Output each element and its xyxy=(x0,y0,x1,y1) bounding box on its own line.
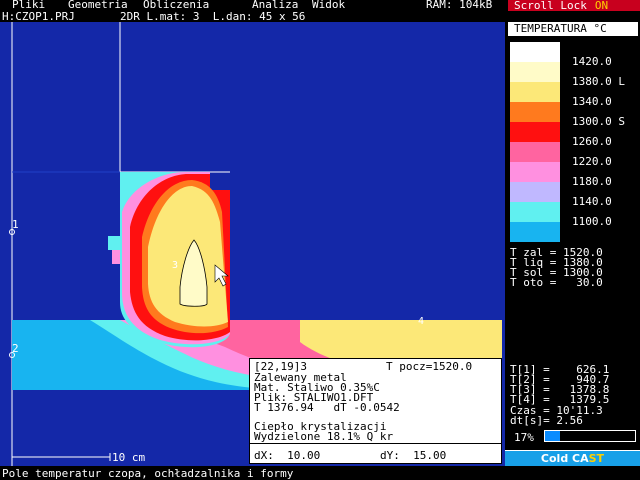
legend-label: 1300.0 S xyxy=(572,115,625,128)
legend-swatch xyxy=(510,62,560,82)
sensor-3-label: 3 xyxy=(172,260,178,271)
legend-label: 1180.0 xyxy=(572,175,612,188)
cell-line-6: Wydzielone 18.1% Q kr xyxy=(254,430,394,443)
legend-label: 1220.0 xyxy=(572,155,612,168)
brand-accent: ST xyxy=(588,452,605,465)
legend-swatch xyxy=(510,222,560,242)
legend-label: 1140.0 xyxy=(572,195,612,208)
time-step: dt[s]= 2.56 xyxy=(510,414,583,427)
riser-notch-bottom xyxy=(112,250,120,264)
legend-label: 1260.0 xyxy=(572,135,612,148)
progress-fill xyxy=(545,431,561,441)
cell-start-temp: T pocz=1520.0 xyxy=(386,360,473,373)
menu-bar: Pliki Geometria Obliczenia Analiza Widok… xyxy=(0,0,640,11)
t-oto: T oto = 30.0 xyxy=(510,276,603,289)
scale-label: 10 cm xyxy=(112,451,145,464)
project-line: H:CZOP1.PRJ 2DR L.mat: 3 L.dan: 45 x 56 xyxy=(0,11,505,22)
project-path: H:CZOP1.PRJ xyxy=(2,10,75,23)
scroll-lock-indicator: Scroll Lock ON xyxy=(508,0,640,11)
progress-label: 17% xyxy=(514,431,534,444)
legend-label: 1380.0 L xyxy=(572,75,625,88)
legend-label: 1100.0 xyxy=(572,215,612,228)
sensor-4-label: 4 xyxy=(418,316,424,327)
brand-main: Cold CA xyxy=(540,452,589,465)
legend-swatch xyxy=(510,142,560,162)
info-divider xyxy=(250,443,501,444)
legend-swatch xyxy=(510,102,560,122)
legend-swatch xyxy=(510,122,560,142)
menu-widok[interactable]: Widok xyxy=(312,0,345,11)
brand-logo: Cold CAST xyxy=(505,450,640,466)
sensor-1-label: 1 xyxy=(12,218,19,231)
ram-indicator: RAM: 104kB xyxy=(426,0,493,11)
riser-notch-top xyxy=(108,236,120,250)
sensor-2-label: 2 xyxy=(12,342,19,355)
legend-swatch xyxy=(510,82,560,102)
progress-bar xyxy=(544,430,636,442)
cell-dy: dY: 15.00 xyxy=(380,449,447,462)
status-text: Pole temperatur czopa, ochładzalnika i f… xyxy=(2,467,294,480)
menu-geometria[interactable]: Geometria xyxy=(68,0,128,11)
legend-label: 1420.0 xyxy=(572,55,612,68)
bottom-status-line: Pole temperatur czopa, ochładzalnika i f… xyxy=(0,468,640,480)
model-info: 2DR L.mat: 3 L.dan: 45 x 56 xyxy=(120,10,306,23)
scroll-lock-label: Scroll Lock xyxy=(514,0,587,12)
legend-swatch xyxy=(510,202,560,222)
cell-info-window: [22,19]3 T pocz=1520.0 Zalewany metal Ma… xyxy=(249,358,502,464)
scroll-lock-state: ON xyxy=(594,0,609,12)
legend-swatch xyxy=(510,42,560,62)
cell-dx: dX: 10.00 xyxy=(254,449,321,462)
legend-swatch xyxy=(510,182,560,202)
cell-line-4: T 1376.94 dT -0.0542 xyxy=(254,401,400,414)
legend-swatch xyxy=(510,162,560,182)
legend-label: 1340.0 xyxy=(572,95,612,108)
legend-title: TEMPERATURA °C xyxy=(508,22,638,36)
